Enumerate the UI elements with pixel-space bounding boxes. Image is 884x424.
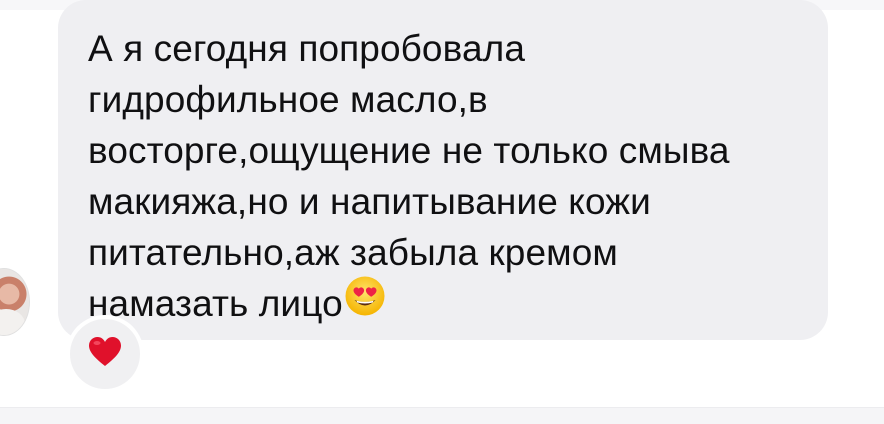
- message-line-1: А я сегодня попробовала: [88, 28, 525, 69]
- message-line-5: питательно,аж забыла кремом: [88, 232, 618, 273]
- bottom-divider: [0, 407, 884, 424]
- message-line-6-wrapper: намазать лицо: [88, 275, 828, 330]
- heart-eyes-emoji-icon: [344, 275, 386, 330]
- sender-avatar[interactable]: [0, 268, 30, 336]
- message-line-4: макияжа,но и напитывание кожи: [88, 181, 651, 222]
- message-bubble[interactable]: А я сегодня попробовала гидрофильное мас…: [58, 0, 828, 340]
- chat-screen: А я сегодня попробовала гидрофильное мас…: [0, 0, 884, 424]
- message-line-6: намазать лицо: [88, 283, 343, 324]
- reaction-badge[interactable]: [70, 319, 140, 389]
- message-line-3: восторге,ощущение не только смыва: [88, 130, 730, 171]
- message-line-2: гидрофильное масло,в: [88, 79, 488, 120]
- red-heart-icon: [88, 336, 122, 372]
